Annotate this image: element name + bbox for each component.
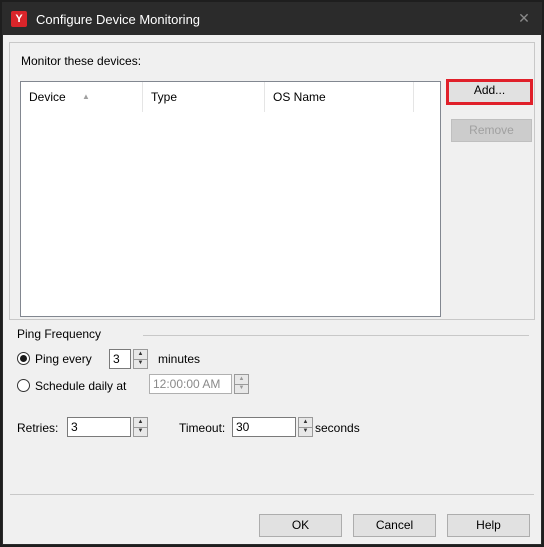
sort-ascending-icon: ▲ [82, 92, 90, 101]
section-divider [143, 335, 529, 336]
window-title: Configure Device Monitoring [36, 12, 201, 27]
retries-label: Retries: [17, 421, 59, 435]
retries-input[interactable]: 3 [67, 417, 131, 437]
column-device-label: Device [29, 90, 66, 104]
column-os-name-label: OS Name [273, 90, 326, 104]
title-bar[interactable]: Y Configure Device Monitoring ✕ [3, 3, 541, 35]
close-icon[interactable]: ✕ [513, 7, 535, 29]
spin-down-icon[interactable]: ▼ [134, 427, 147, 436]
timeout-input[interactable]: 30 [232, 417, 296, 437]
spin-down-icon[interactable]: ▼ [134, 359, 147, 368]
spin-down-icon[interactable]: ▼ [299, 427, 312, 436]
ping-every-spinner[interactable]: ▲ ▼ [133, 349, 148, 369]
ok-button[interactable]: OK [259, 514, 342, 537]
cancel-button[interactable]: Cancel [353, 514, 436, 537]
radio-selected-dot [20, 355, 27, 362]
device-list[interactable]: Device ▲ Type OS Name [20, 81, 441, 317]
column-header-device[interactable]: Device ▲ [21, 82, 143, 112]
ping-every-radio[interactable] [17, 352, 30, 365]
footer-divider [10, 494, 534, 495]
schedule-time-spinner: ▲ ▼ [234, 374, 249, 394]
retries-spinner[interactable]: ▲ ▼ [133, 417, 148, 437]
timeout-spinner[interactable]: ▲ ▼ [298, 417, 313, 437]
ping-frequency-label: Ping Frequency [17, 327, 102, 341]
seconds-label: seconds [315, 421, 360, 435]
column-header-os-name[interactable]: OS Name [265, 82, 414, 112]
add-button[interactable]: Add... [446, 79, 533, 105]
remove-button: Remove [451, 119, 532, 142]
schedule-daily-radio[interactable] [17, 379, 30, 392]
help-button[interactable]: Help [447, 514, 530, 537]
column-type-label: Type [151, 90, 178, 104]
spin-down-icon: ▼ [238, 385, 245, 391]
ping-every-input[interactable]: 3 [109, 349, 131, 369]
app-logo-icon: Y [11, 11, 27, 27]
dialog-window: Y Configure Device Monitoring ✕ Monitor … [2, 2, 542, 545]
column-header-type[interactable]: Type [143, 82, 265, 112]
monitor-devices-label: Monitor these devices: [21, 54, 142, 68]
schedule-time-input: 12:00:00 AM [149, 374, 232, 394]
minutes-label: minutes [158, 352, 201, 366]
ping-every-label: Ping every [35, 352, 92, 366]
timeout-label: Timeout: [179, 421, 226, 435]
schedule-daily-label: Schedule daily at [35, 379, 127, 393]
